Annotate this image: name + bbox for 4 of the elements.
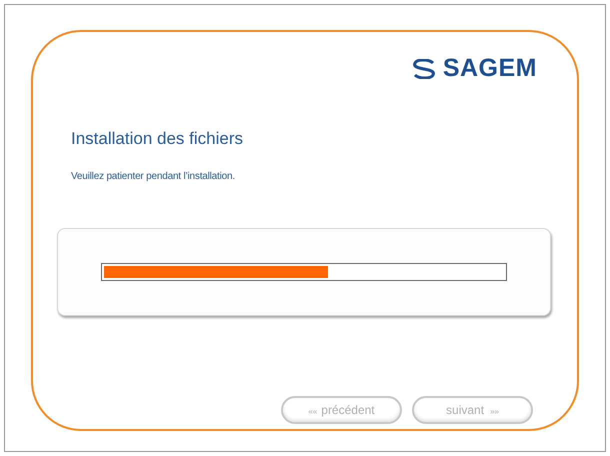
logo-icon bbox=[410, 58, 437, 79]
instruction-text: Veuillez patienter pendant l’installation. bbox=[71, 170, 236, 184]
page-title: Installation des fichiers bbox=[71, 128, 244, 150]
logo-text: SAGEM bbox=[442, 53, 537, 84]
